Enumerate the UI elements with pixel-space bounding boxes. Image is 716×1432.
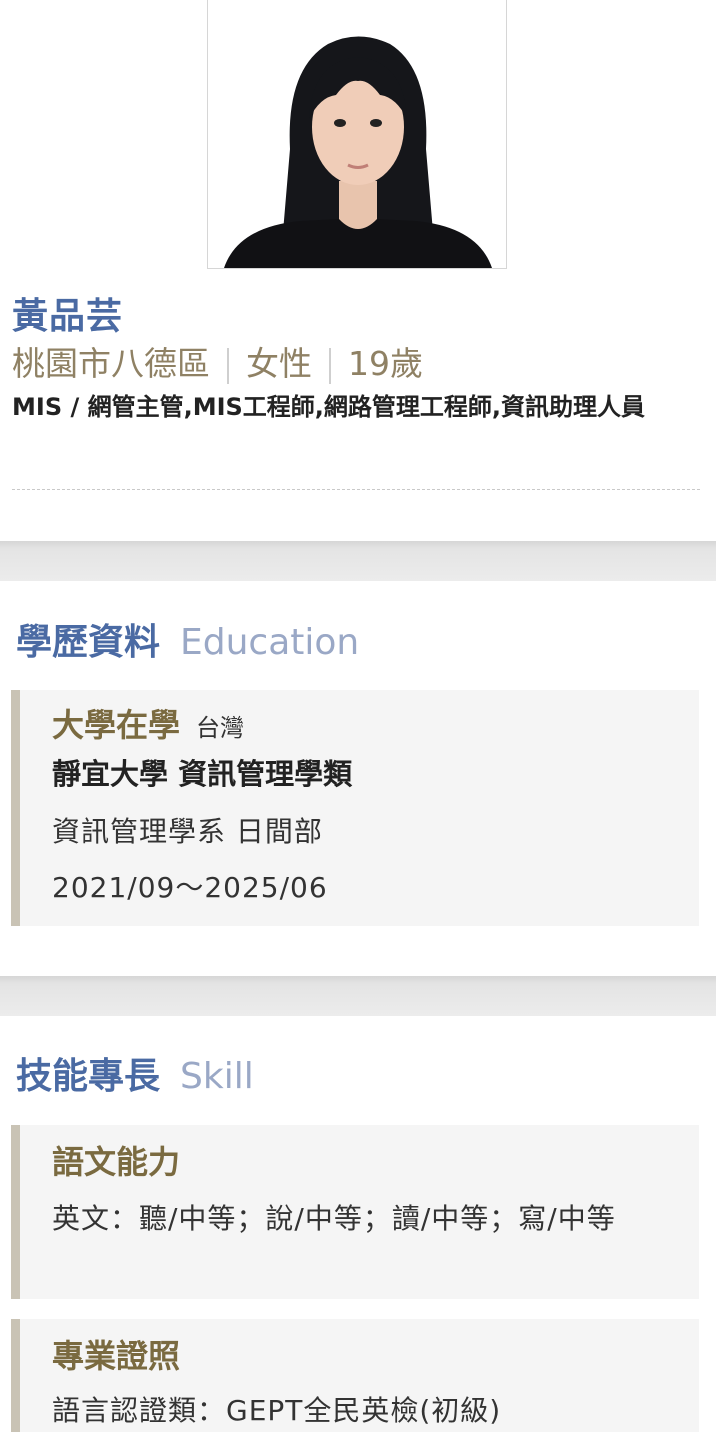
dashed-divider (12, 489, 700, 490)
meta-divider (227, 347, 229, 384)
education-title-en: Education (180, 622, 360, 663)
certification-card: 專業證照 語言認證類：GEPT全民英檢(初級) (11, 1319, 699, 1432)
education-card: 大學在學 台灣 靜宜大學 資訊管理學類 資訊管理學系 日間部 2021/09～20… (11, 690, 699, 926)
resume-page: 黃品芸 桃園市八德區 女性 19歲 MIS / 網管主管,MIS工程師,網路管理工程… (0, 0, 716, 1432)
education-department: 資訊管理學系 日間部 (52, 815, 323, 848)
skills-title: 技能專長 (16, 1056, 161, 1097)
candidate-name: 黃品芸 (12, 296, 124, 337)
profile-photo-illustration (208, 0, 506, 268)
skills-section-title: 技能專長 Skill (16, 1054, 254, 1100)
skills-title-en: Skill (180, 1056, 254, 1097)
section-gutter (0, 541, 716, 581)
meta-divider (329, 347, 331, 384)
education-period: 2021/09～2025/06 (52, 871, 328, 904)
education-region: 台灣 (196, 714, 245, 742)
certification-text: 語言認證類：GEPT全民英檢(初級) (52, 1394, 502, 1427)
profile-photo (207, 0, 507, 269)
candidate-gender: 女性 (246, 344, 312, 383)
education-title: 學歷資料 (16, 622, 161, 663)
language-skill-card: 語文能力 英文：聽/中等；說/中等；讀/中等；寫/中等 (11, 1125, 699, 1299)
education-school-major: 靜宜大學 資訊管理學類 (52, 757, 353, 791)
candidate-meta: 桃園市八德區 女性 19歲 (12, 342, 423, 386)
education-status-row: 大學在學 台灣 (52, 704, 244, 749)
education-status: 大學在學 (52, 706, 181, 744)
candidate-location: 桃園市八德區 (12, 344, 210, 383)
education-section-title: 學歷資料 Education (16, 620, 359, 666)
certification-heading: 專業證照 (52, 1337, 181, 1375)
language-skill-text: 英文：聽/中等；說/中等；讀/中等；寫/中等 (52, 1202, 616, 1235)
desired-jobs: MIS / 網管主管,MIS工程師,網路管理工程師,資訊助理人員 (12, 393, 646, 421)
section-gutter (0, 976, 716, 1016)
candidate-age: 19歲 (348, 344, 423, 383)
language-skill-heading: 語文能力 (52, 1143, 181, 1181)
